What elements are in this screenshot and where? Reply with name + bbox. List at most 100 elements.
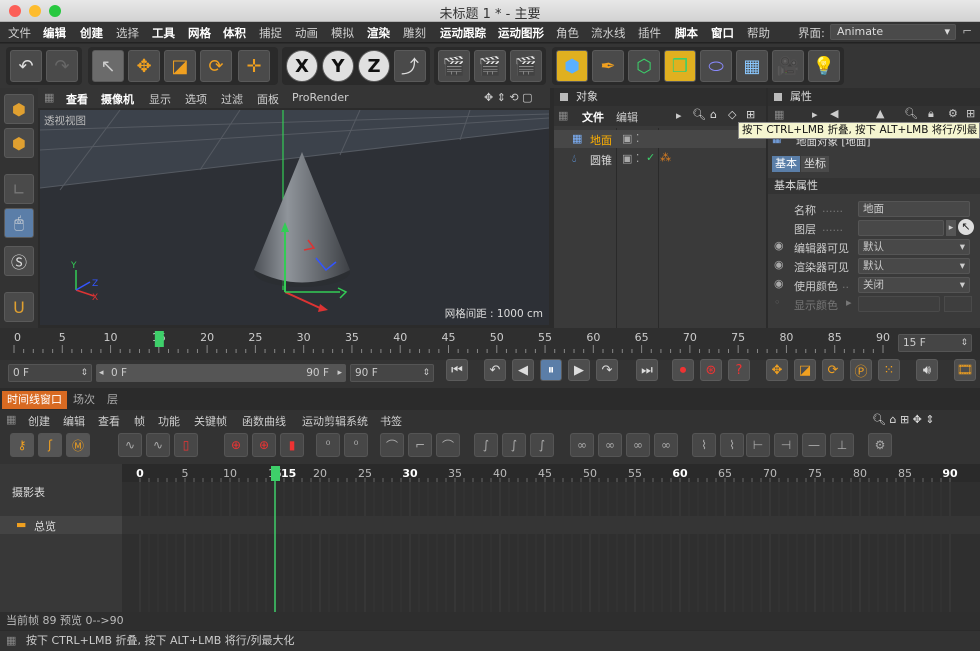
settings-icon[interactable]: ⚙ bbox=[948, 107, 958, 120]
timeline-menu-view[interactable]: 查看 bbox=[98, 413, 120, 429]
edit-visibility-icon[interactable]: ▣ ⁚ bbox=[622, 152, 639, 165]
floor-icon[interactable]: ▦ bbox=[736, 50, 768, 82]
previous-key-icon[interactable]: ↶ bbox=[484, 359, 506, 381]
timeline-menu-bookmarks[interactable]: 书签 bbox=[380, 413, 402, 429]
viewport-menu-options[interactable]: 选项 bbox=[185, 91, 207, 107]
f-curve-mode-icon[interactable]: ʃ bbox=[38, 433, 62, 457]
timeline-menu-edit[interactable]: 编辑 bbox=[63, 413, 85, 429]
menu-sculpt[interactable]: 雕刻 bbox=[403, 25, 426, 41]
start-frame-field[interactable]: 0 F ⇕ bbox=[8, 364, 92, 382]
viewport-menu-prorender[interactable]: ProRender bbox=[292, 91, 349, 104]
render-picture-viewer-icon[interactable]: 🎬 bbox=[474, 50, 506, 82]
menu-mograph[interactable]: 运动图形 bbox=[498, 25, 544, 41]
camera-icon[interactable]: 🎥 bbox=[772, 50, 804, 82]
menu-pipeline[interactable]: 流水线 bbox=[591, 25, 626, 41]
layout-lock-icon[interactable]: ⌐ bbox=[962, 24, 972, 38]
use-color-dropdown[interactable]: 关闭 ▾ bbox=[858, 277, 970, 293]
menu-chevron-icon[interactable]: ▸ bbox=[812, 108, 818, 121]
coordinate-system-icon[interactable]: ⤴ bbox=[394, 50, 426, 82]
tab-basic[interactable]: 基本 bbox=[772, 156, 800, 172]
menu-snap[interactable]: 捕捉 bbox=[259, 25, 282, 41]
up-arrow-icon[interactable]: ▲ bbox=[876, 107, 884, 120]
tag-icon[interactable]: ⁂ bbox=[660, 151, 671, 164]
menu-help[interactable]: 帮助 bbox=[747, 25, 770, 41]
curve-tool-3-icon[interactable]: ▯ bbox=[174, 433, 198, 457]
menu-motion-tracking[interactable]: 运动跟踪 bbox=[440, 25, 486, 41]
loop-4-icon[interactable]: ∞ bbox=[654, 433, 678, 457]
end-frame-field[interactable]: 90 F ⇕ bbox=[350, 364, 434, 382]
previous-frame-icon[interactable]: ◀ bbox=[512, 359, 534, 381]
tangent-3-icon[interactable]: ∫ bbox=[530, 433, 554, 457]
keyframe-selection-icon[interactable]: ? bbox=[728, 359, 750, 381]
loop-1-icon[interactable]: ∞ bbox=[570, 433, 594, 457]
autokey-icon[interactable]: ⊛ bbox=[700, 359, 722, 381]
workplane-icon[interactable]: ∟ bbox=[4, 174, 34, 204]
break-2-icon[interactable]: ⌇ bbox=[720, 433, 744, 457]
menu-script[interactable]: 脚本 bbox=[675, 25, 698, 41]
cube-icon[interactable]: ⬢ bbox=[556, 50, 588, 82]
range-right-arrow-icon[interactable]: ▸ bbox=[337, 365, 342, 381]
view-icon[interactable]: ◇ bbox=[728, 108, 736, 121]
key-rotation-icon[interactable]: ⟳ bbox=[822, 359, 844, 381]
menu-tools[interactable]: 工具 bbox=[152, 25, 175, 41]
layer-arrow-icon[interactable]: ▸ bbox=[946, 220, 956, 236]
preview-range-slider[interactable]: ◂ 0 F 90 F ▸ bbox=[96, 364, 346, 382]
select-cursor-icon[interactable]: ↖ bbox=[92, 50, 124, 82]
region-4-icon[interactable]: ⊥ bbox=[830, 433, 854, 457]
menu-window[interactable]: 窗口 bbox=[711, 25, 734, 41]
light-icon[interactable]: 💡 bbox=[808, 50, 840, 82]
tab-layers[interactable]: 层 bbox=[102, 391, 123, 409]
curve-tool-2-icon[interactable]: ∿ bbox=[146, 433, 170, 457]
editor-visible-dropdown[interactable]: 默认 ▾ bbox=[858, 239, 970, 255]
break-1-icon[interactable]: ⌇ bbox=[692, 433, 716, 457]
pause-icon[interactable]: ⏸ bbox=[540, 359, 562, 381]
key-position-icon[interactable]: ✥ bbox=[766, 359, 788, 381]
current-frame-field[interactable]: 15 F ⇕ bbox=[898, 334, 972, 352]
y-axis-button[interactable]: Y bbox=[322, 50, 354, 82]
loop-2-icon[interactable]: ∞ bbox=[598, 433, 622, 457]
tab-takes[interactable]: 场次 bbox=[68, 391, 100, 409]
x-axis-button[interactable]: X bbox=[286, 50, 318, 82]
region-2-icon[interactable]: ⊣ bbox=[774, 433, 798, 457]
scale-icon[interactable]: ◪ bbox=[164, 50, 196, 82]
go-to-start-icon[interactable]: ⏮ bbox=[446, 359, 468, 381]
search-icon[interactable]: 🔍︎ bbox=[904, 107, 918, 120]
snap-magnet-icon[interactable]: U bbox=[4, 292, 34, 322]
add-key-icon[interactable]: ⊕ bbox=[224, 433, 248, 457]
timeline-navigation-icon[interactable]: 🔍︎ ⌂ ⊞ ✥ ⇕ bbox=[872, 413, 935, 426]
timeline-icon[interactable]: 🎞︎ bbox=[954, 359, 976, 381]
menu-simulate[interactable]: 模拟 bbox=[331, 25, 354, 41]
z-axis-button[interactable]: Z bbox=[358, 50, 390, 82]
search-icon[interactable]: 🔍︎ bbox=[692, 108, 706, 121]
redo-icon[interactable]: ↷ bbox=[46, 50, 78, 82]
viewport-menu-panel[interactable]: 面板 bbox=[257, 91, 279, 107]
recent-tool-icon[interactable]: ✛ bbox=[238, 50, 270, 82]
new-panel-icon[interactable]: ⊞ bbox=[966, 107, 975, 120]
viewport-menu-display[interactable]: 显示 bbox=[149, 91, 171, 107]
back-arrow-icon[interactable]: ◀ bbox=[830, 107, 838, 120]
viewport-menu-view[interactable]: 查看 bbox=[66, 91, 88, 107]
pen-icon[interactable]: ✒ bbox=[592, 50, 624, 82]
home-icon[interactable]: ⌂ bbox=[710, 108, 717, 121]
menu-edit[interactable]: 编辑 bbox=[43, 25, 66, 41]
array-icon[interactable]: ❒ bbox=[664, 50, 696, 82]
add-keys-icon[interactable]: ⊕ bbox=[252, 433, 276, 457]
go-to-end-icon[interactable]: ⏭ bbox=[636, 359, 658, 381]
objects-menu-file[interactable]: 文件 bbox=[582, 109, 604, 125]
timeline-menu-functions[interactable]: 功能 bbox=[158, 413, 180, 429]
tangent-1-icon[interactable]: ∫ bbox=[474, 433, 498, 457]
keyframe-radio-icon[interactable]: ◉ bbox=[774, 258, 784, 271]
subdivision-icon[interactable]: ⬡ bbox=[628, 50, 660, 82]
key-mode-icon[interactable]: ⚷ bbox=[10, 433, 34, 457]
object-name[interactable]: 圆锥 bbox=[590, 152, 612, 168]
loop-3-icon[interactable]: ∞ bbox=[626, 433, 650, 457]
motion-mode-icon[interactable]: Ⓜ bbox=[66, 433, 90, 457]
tangent-2-icon[interactable]: ∫ bbox=[502, 433, 526, 457]
range-left-arrow-icon[interactable]: ◂ bbox=[99, 365, 104, 381]
keyframe-radio-icon[interactable]: ◉ bbox=[774, 277, 784, 290]
menu-animate[interactable]: 动画 bbox=[295, 25, 318, 41]
dopesheet-grid[interactable]: 05101520253035404550556065707580859015 bbox=[122, 464, 980, 612]
deformer-icon[interactable]: ⬭ bbox=[700, 50, 732, 82]
render-visible-dropdown[interactable]: 默认 ▾ bbox=[858, 258, 970, 274]
lock-icon[interactable]: 🔒︎ bbox=[928, 107, 934, 121]
